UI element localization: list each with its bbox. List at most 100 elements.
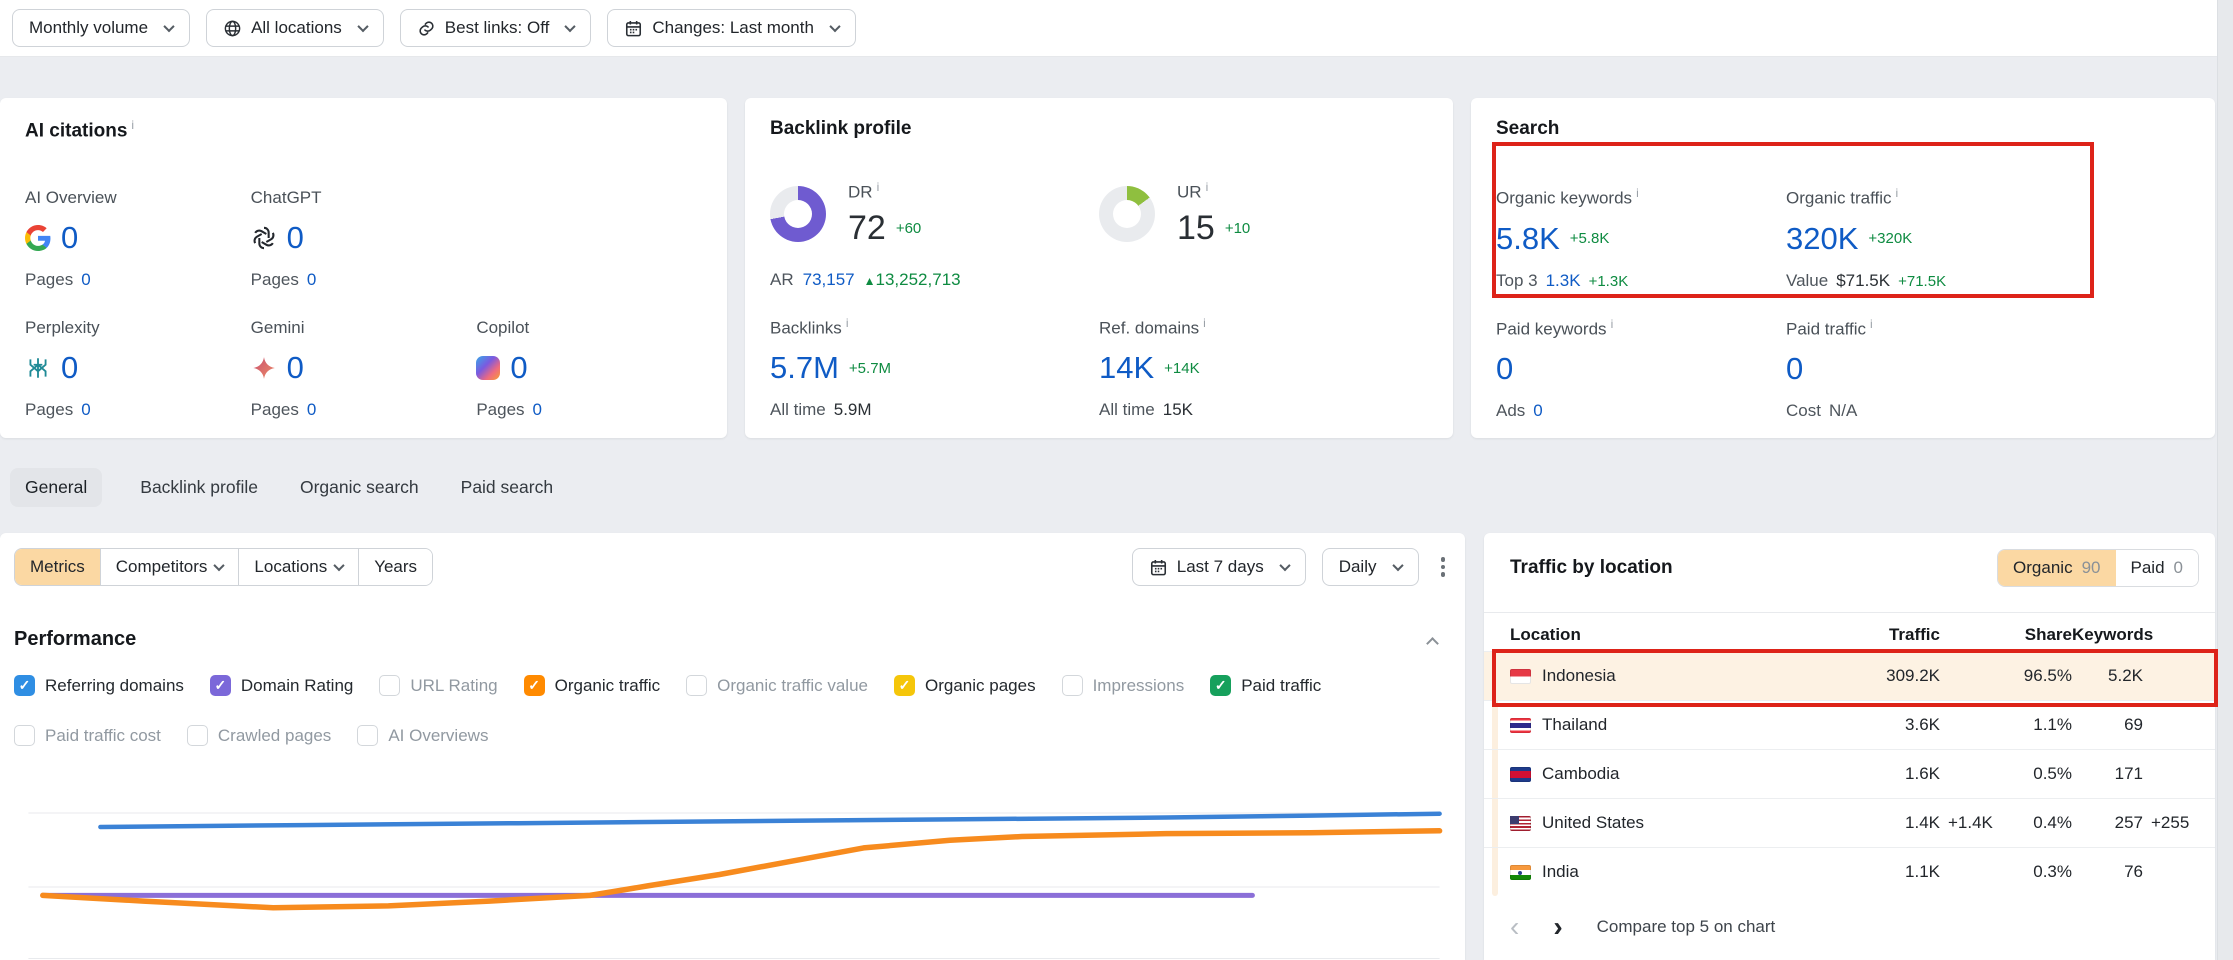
- checkbox-organic-pages[interactable]: ✓Organic pages: [894, 675, 1036, 696]
- gemini-pages-link[interactable]: 0: [307, 400, 316, 420]
- ar-value-link[interactable]: 73,157: [803, 270, 855, 290]
- copilot-pages-link[interactable]: 0: [533, 400, 542, 420]
- gemini-label: Gemini: [251, 318, 477, 338]
- tab-general[interactable]: General: [10, 468, 102, 507]
- previous-page-arrow[interactable]: ‹: [1510, 913, 1519, 941]
- chatgpt-pages-link[interactable]: 0: [307, 270, 316, 290]
- checkbox-paid-traffic[interactable]: ✓Paid traffic: [1210, 675, 1321, 696]
- copilot-value[interactable]: 0: [510, 350, 527, 386]
- checkbox-url-rating[interactable]: URL Rating: [379, 675, 497, 696]
- tab-backlink-profile[interactable]: Backlink profile: [136, 468, 262, 507]
- top3-label: Top 3: [1496, 271, 1538, 291]
- checkbox-domain-rating[interactable]: ✓Domain Rating: [210, 675, 353, 696]
- compare-top5-button[interactable]: Compare top 5 on chart: [1597, 917, 1776, 937]
- backlinks-alltime-value: 5.9M: [834, 400, 872, 420]
- date-range-dropdown[interactable]: Last 7 days: [1132, 548, 1306, 586]
- keywords-link[interactable]: 69: [2124, 715, 2143, 734]
- paid-keywords-value-link[interactable]: 0: [1496, 351, 1513, 387]
- performance-line-chart[interactable]: [14, 770, 1454, 960]
- checkbox-organic-traffic-value[interactable]: Organic traffic value: [686, 675, 868, 696]
- column-keywords: Keywords: [2072, 625, 2143, 645]
- backlinks-delta: +5.7M: [849, 360, 891, 377]
- all-locations-dropdown[interactable]: All locations: [206, 9, 384, 47]
- dr-label: DR: [848, 180, 921, 203]
- segment-metrics[interactable]: Metrics: [15, 549, 100, 585]
- info-icon[interactable]: [1870, 317, 1873, 331]
- more-options-kebab-icon[interactable]: [1435, 551, 1452, 583]
- ai-overview-pages-link[interactable]: 0: [81, 270, 90, 290]
- checkbox-ai-overviews[interactable]: AI Overviews: [357, 725, 488, 746]
- ai-overview-value[interactable]: 0: [61, 220, 78, 256]
- checkbox-organic-traffic[interactable]: ✓Organic traffic: [524, 675, 661, 696]
- pages-label: Pages: [251, 400, 299, 420]
- keywords-link[interactable]: 76: [2124, 862, 2143, 881]
- segment-competitors[interactable]: Competitors: [100, 549, 239, 585]
- checkbox-paid-traffic-cost[interactable]: Paid traffic cost: [14, 725, 161, 746]
- keywords-link[interactable]: 257: [2115, 813, 2143, 832]
- link-icon: [417, 19, 436, 38]
- gemini-value[interactable]: 0: [287, 350, 304, 386]
- page-scrollbar[interactable]: [2217, 0, 2233, 960]
- granularity-dropdown[interactable]: Daily: [1322, 548, 1419, 586]
- perplexity-value[interactable]: 0: [61, 350, 78, 386]
- table-row-indonesia[interactable]: Indonesia 309.2K 96.5% 5.2K: [1484, 651, 2215, 700]
- ur-value: 15: [1177, 209, 1215, 248]
- chatgpt-value[interactable]: 0: [287, 220, 304, 256]
- table-row-india[interactable]: India 1.1K 0.3% 76: [1484, 847, 2215, 896]
- table-row-cambodia[interactable]: Cambodia 1.6K 0.5% 171: [1484, 749, 2215, 798]
- backlink-profile-title: Backlink profile: [770, 118, 1428, 140]
- tab-paid-search[interactable]: Paid search: [457, 468, 557, 507]
- calendar-icon: [1149, 558, 1168, 577]
- keywords-link[interactable]: 5.2K: [2108, 666, 2143, 685]
- tab-organic-search[interactable]: Organic search: [296, 468, 423, 507]
- info-icon[interactable]: [131, 118, 134, 132]
- pages-label: Pages: [251, 270, 299, 290]
- country-name: Cambodia: [1542, 764, 1620, 784]
- ref-domains-label: Ref. domains: [1099, 316, 1428, 339]
- checkbox-icon: [187, 725, 208, 746]
- checkbox-impressions[interactable]: Impressions: [1062, 675, 1185, 696]
- filters-toolbar: Monthly volume All locations Best links:…: [0, 0, 2233, 57]
- pages-label: Pages: [25, 400, 73, 420]
- table-row-united-states[interactable]: United States 1.4K+1.4K 0.4% 257+255: [1484, 798, 2215, 847]
- perplexity-pages-link[interactable]: 0: [81, 400, 90, 420]
- table-row-thailand[interactable]: Thailand 3.6K 1.1% 69: [1484, 700, 2215, 749]
- checkbox-referring-domains[interactable]: ✓Referring domains: [14, 675, 184, 696]
- toggle-paid[interactable]: Paid0: [2116, 550, 2199, 586]
- backlinks-label: Backlinks: [770, 316, 1099, 339]
- checkbox-icon: ✓: [894, 675, 915, 696]
- ads-value-link[interactable]: 0: [1533, 401, 1542, 421]
- value-label: Value: [1786, 271, 1828, 291]
- info-icon[interactable]: [877, 180, 880, 194]
- info-icon[interactable]: [1203, 316, 1206, 330]
- organic-traffic-value-link[interactable]: 320K: [1786, 221, 1858, 257]
- monthly-volume-dropdown[interactable]: Monthly volume: [12, 9, 190, 47]
- search-title: Search: [1496, 118, 2190, 140]
- top3-value-link[interactable]: 1.3K: [1546, 271, 1581, 291]
- info-icon[interactable]: [1611, 317, 1614, 331]
- best-links-dropdown[interactable]: Best links: Off: [400, 9, 592, 47]
- ref-domains-value-link[interactable]: 14K: [1099, 350, 1154, 386]
- backlinks-value-link[interactable]: 5.7M: [770, 350, 839, 386]
- chatgpt-label: ChatGPT: [251, 188, 477, 208]
- segment-locations[interactable]: Locations: [238, 549, 358, 585]
- paid-traffic-value-link[interactable]: 0: [1786, 351, 1803, 387]
- changes-dropdown[interactable]: Changes: Last month: [607, 9, 856, 47]
- collapse-section-button[interactable]: [1428, 635, 1437, 653]
- toggle-organic[interactable]: Organic90: [1998, 550, 2115, 586]
- segment-years[interactable]: Years: [358, 549, 432, 585]
- info-icon[interactable]: [1636, 186, 1639, 200]
- organic-keywords-value-link[interactable]: 5.8K: [1496, 221, 1560, 257]
- keywords-link[interactable]: 171: [2115, 764, 2143, 783]
- changes-label: Changes: Last month: [652, 18, 814, 38]
- checkbox-crawled-pages[interactable]: Crawled pages: [187, 725, 331, 746]
- info-icon[interactable]: [1206, 180, 1209, 194]
- dr-value: 72: [848, 209, 886, 248]
- cost-label: Cost: [1786, 401, 1821, 421]
- info-icon[interactable]: [846, 316, 849, 330]
- next-page-arrow[interactable]: ›: [1553, 913, 1562, 941]
- alltime-label: All time: [770, 400, 826, 420]
- traffic-by-location-title: Traffic by location: [1510, 557, 1673, 579]
- perplexity-label: Perplexity: [25, 318, 251, 338]
- info-icon[interactable]: [1896, 186, 1899, 200]
